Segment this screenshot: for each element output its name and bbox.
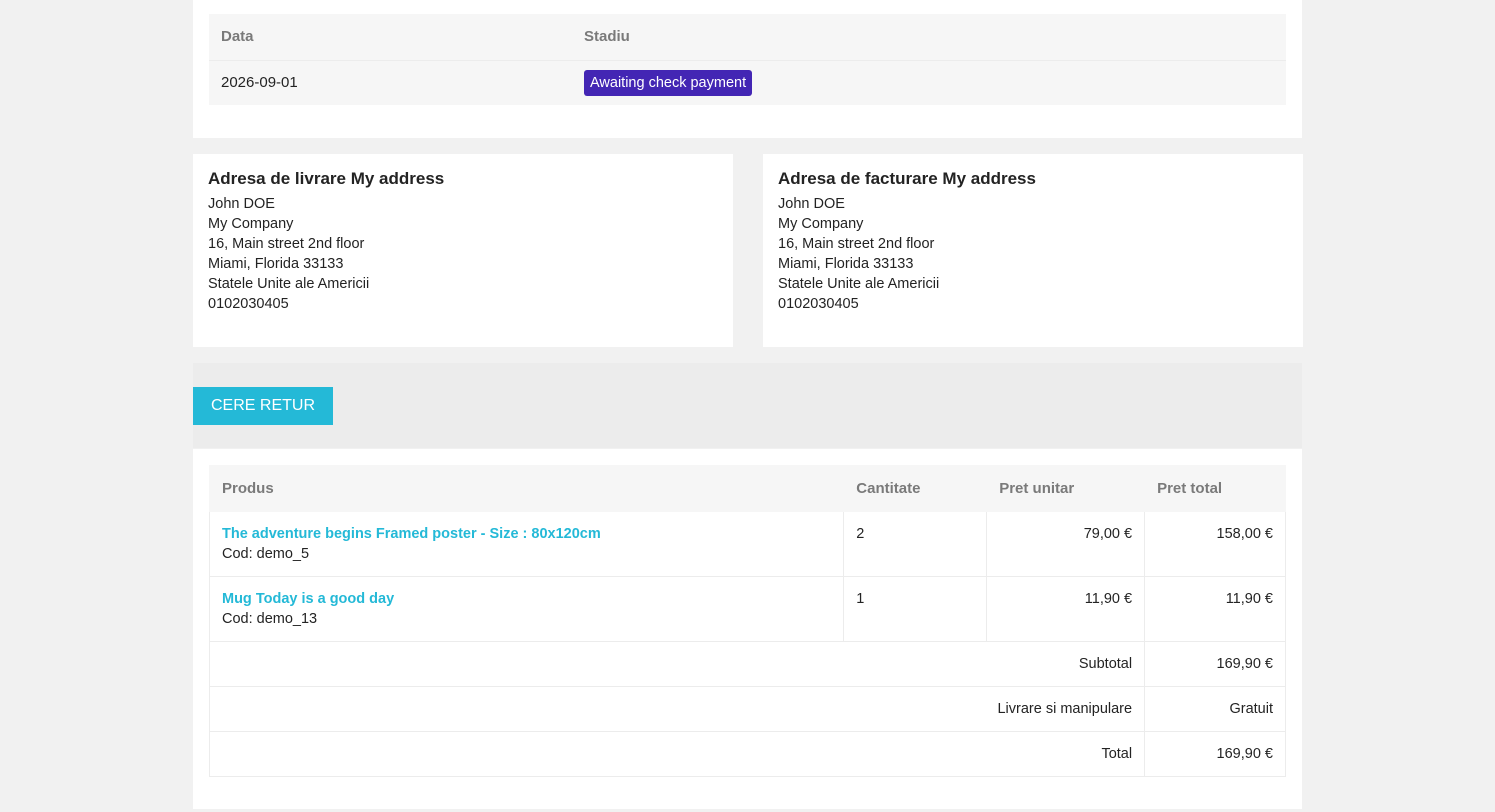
history-header-date: Data [209, 14, 572, 60]
delivery-address-line: John DOE [208, 196, 275, 212]
invoice-address-line: John DOE [778, 196, 845, 212]
product-code: Cod: demo_13 [222, 611, 318, 627]
product-row: The adventure begins Framed poster - Siz… [208, 511, 1286, 577]
history-status-cell: Awaiting check payment [572, 59, 1286, 105]
subtotal-row: Subtotal 169,90 € [208, 641, 1286, 687]
delivery-address-line: 16, Main street 2nd floor [208, 236, 365, 252]
product-row: Mug Today is a good day Cod: demo_13 1 1… [208, 576, 1286, 642]
status-badge: Awaiting check payment [584, 69, 753, 96]
history-header-row: Data Stadiu [209, 14, 1286, 60]
product-link[interactable]: The adventure begins Framed poster - Siz… [222, 526, 601, 542]
invoice-address-line: Statele Unite ale Americii [778, 276, 940, 292]
invoice-address-line: Miami, Florida 33133 [778, 256, 914, 272]
header-quantity: Cantitate [843, 465, 988, 512]
request-return-button[interactable]: Cere retur [193, 387, 333, 425]
product-quantity: 2 [843, 511, 988, 577]
product-code: Cod: demo_5 [222, 546, 310, 562]
product-quantity: 1 [843, 576, 988, 642]
product-cell: Mug Today is a good day Cod: demo_13 [208, 576, 845, 642]
delivery-address-card: Adresa de livrare My address John DOE My… [193, 154, 733, 347]
delivery-address-line: My Company [208, 216, 294, 232]
header-unit-price: Pret unitar [986, 465, 1146, 512]
order-history-card: Data Stadiu 2026-09-01 Awaiting check pa… [193, 0, 1302, 138]
product-total-price: 11,90 € [1144, 576, 1286, 642]
product-link[interactable]: Mug Today is a good day [222, 591, 394, 607]
invoice-address-line: 0102030405 [778, 296, 859, 312]
header-total-price: Pret total [1144, 465, 1286, 512]
history-header-status: Stadiu [572, 14, 1286, 60]
product-unit-price: 11,90 € [986, 576, 1146, 642]
order-products-card: Produs Cantitate Pret unitar Pret total … [193, 449, 1302, 809]
delivery-address-title: Adresa de livrare My address [208, 169, 445, 188]
shipping-value: Gratuit [1144, 686, 1286, 732]
order-products-table: Produs Cantitate Pret unitar Pret total … [208, 465, 1286, 777]
product-unit-price: 79,00 € [986, 511, 1146, 577]
total-label: Total [208, 731, 1146, 777]
order-history-table: Data Stadiu 2026-09-01 Awaiting check pa… [209, 14, 1286, 105]
invoice-address-card: Adresa de facturare My address John DOE … [763, 154, 1303, 347]
products-header-row: Produs Cantitate Pret unitar Pret total [208, 465, 1286, 512]
delivery-address-line: 0102030405 [208, 296, 289, 312]
product-total-price: 158,00 € [1144, 511, 1286, 577]
shipping-row: Livrare si manipulare Gratuit [208, 686, 1286, 732]
delivery-address-line: Statele Unite ale Americii [208, 276, 370, 292]
invoice-address-line: My Company [778, 216, 864, 232]
product-cell: The adventure begins Framed poster - Siz… [208, 511, 845, 577]
total-value: 169,90 € [1144, 731, 1286, 777]
return-panel: Cere retur [193, 363, 1302, 448]
header-product: Produs [208, 465, 845, 512]
invoice-address-title: Adresa de facturare My address [778, 169, 1036, 188]
invoice-address-line: 16, Main street 2nd floor [778, 236, 935, 252]
shipping-label: Livrare si manipulare [208, 686, 1146, 732]
history-row: 2026-09-01 Awaiting check payment [209, 59, 1286, 105]
subtotal-label: Subtotal [208, 641, 1146, 687]
total-row: Total 169,90 € [208, 731, 1286, 777]
delivery-address-line: Miami, Florida 33133 [208, 256, 344, 272]
history-date: 2026-09-01 [209, 59, 572, 105]
subtotal-value: 169,90 € [1144, 641, 1286, 687]
